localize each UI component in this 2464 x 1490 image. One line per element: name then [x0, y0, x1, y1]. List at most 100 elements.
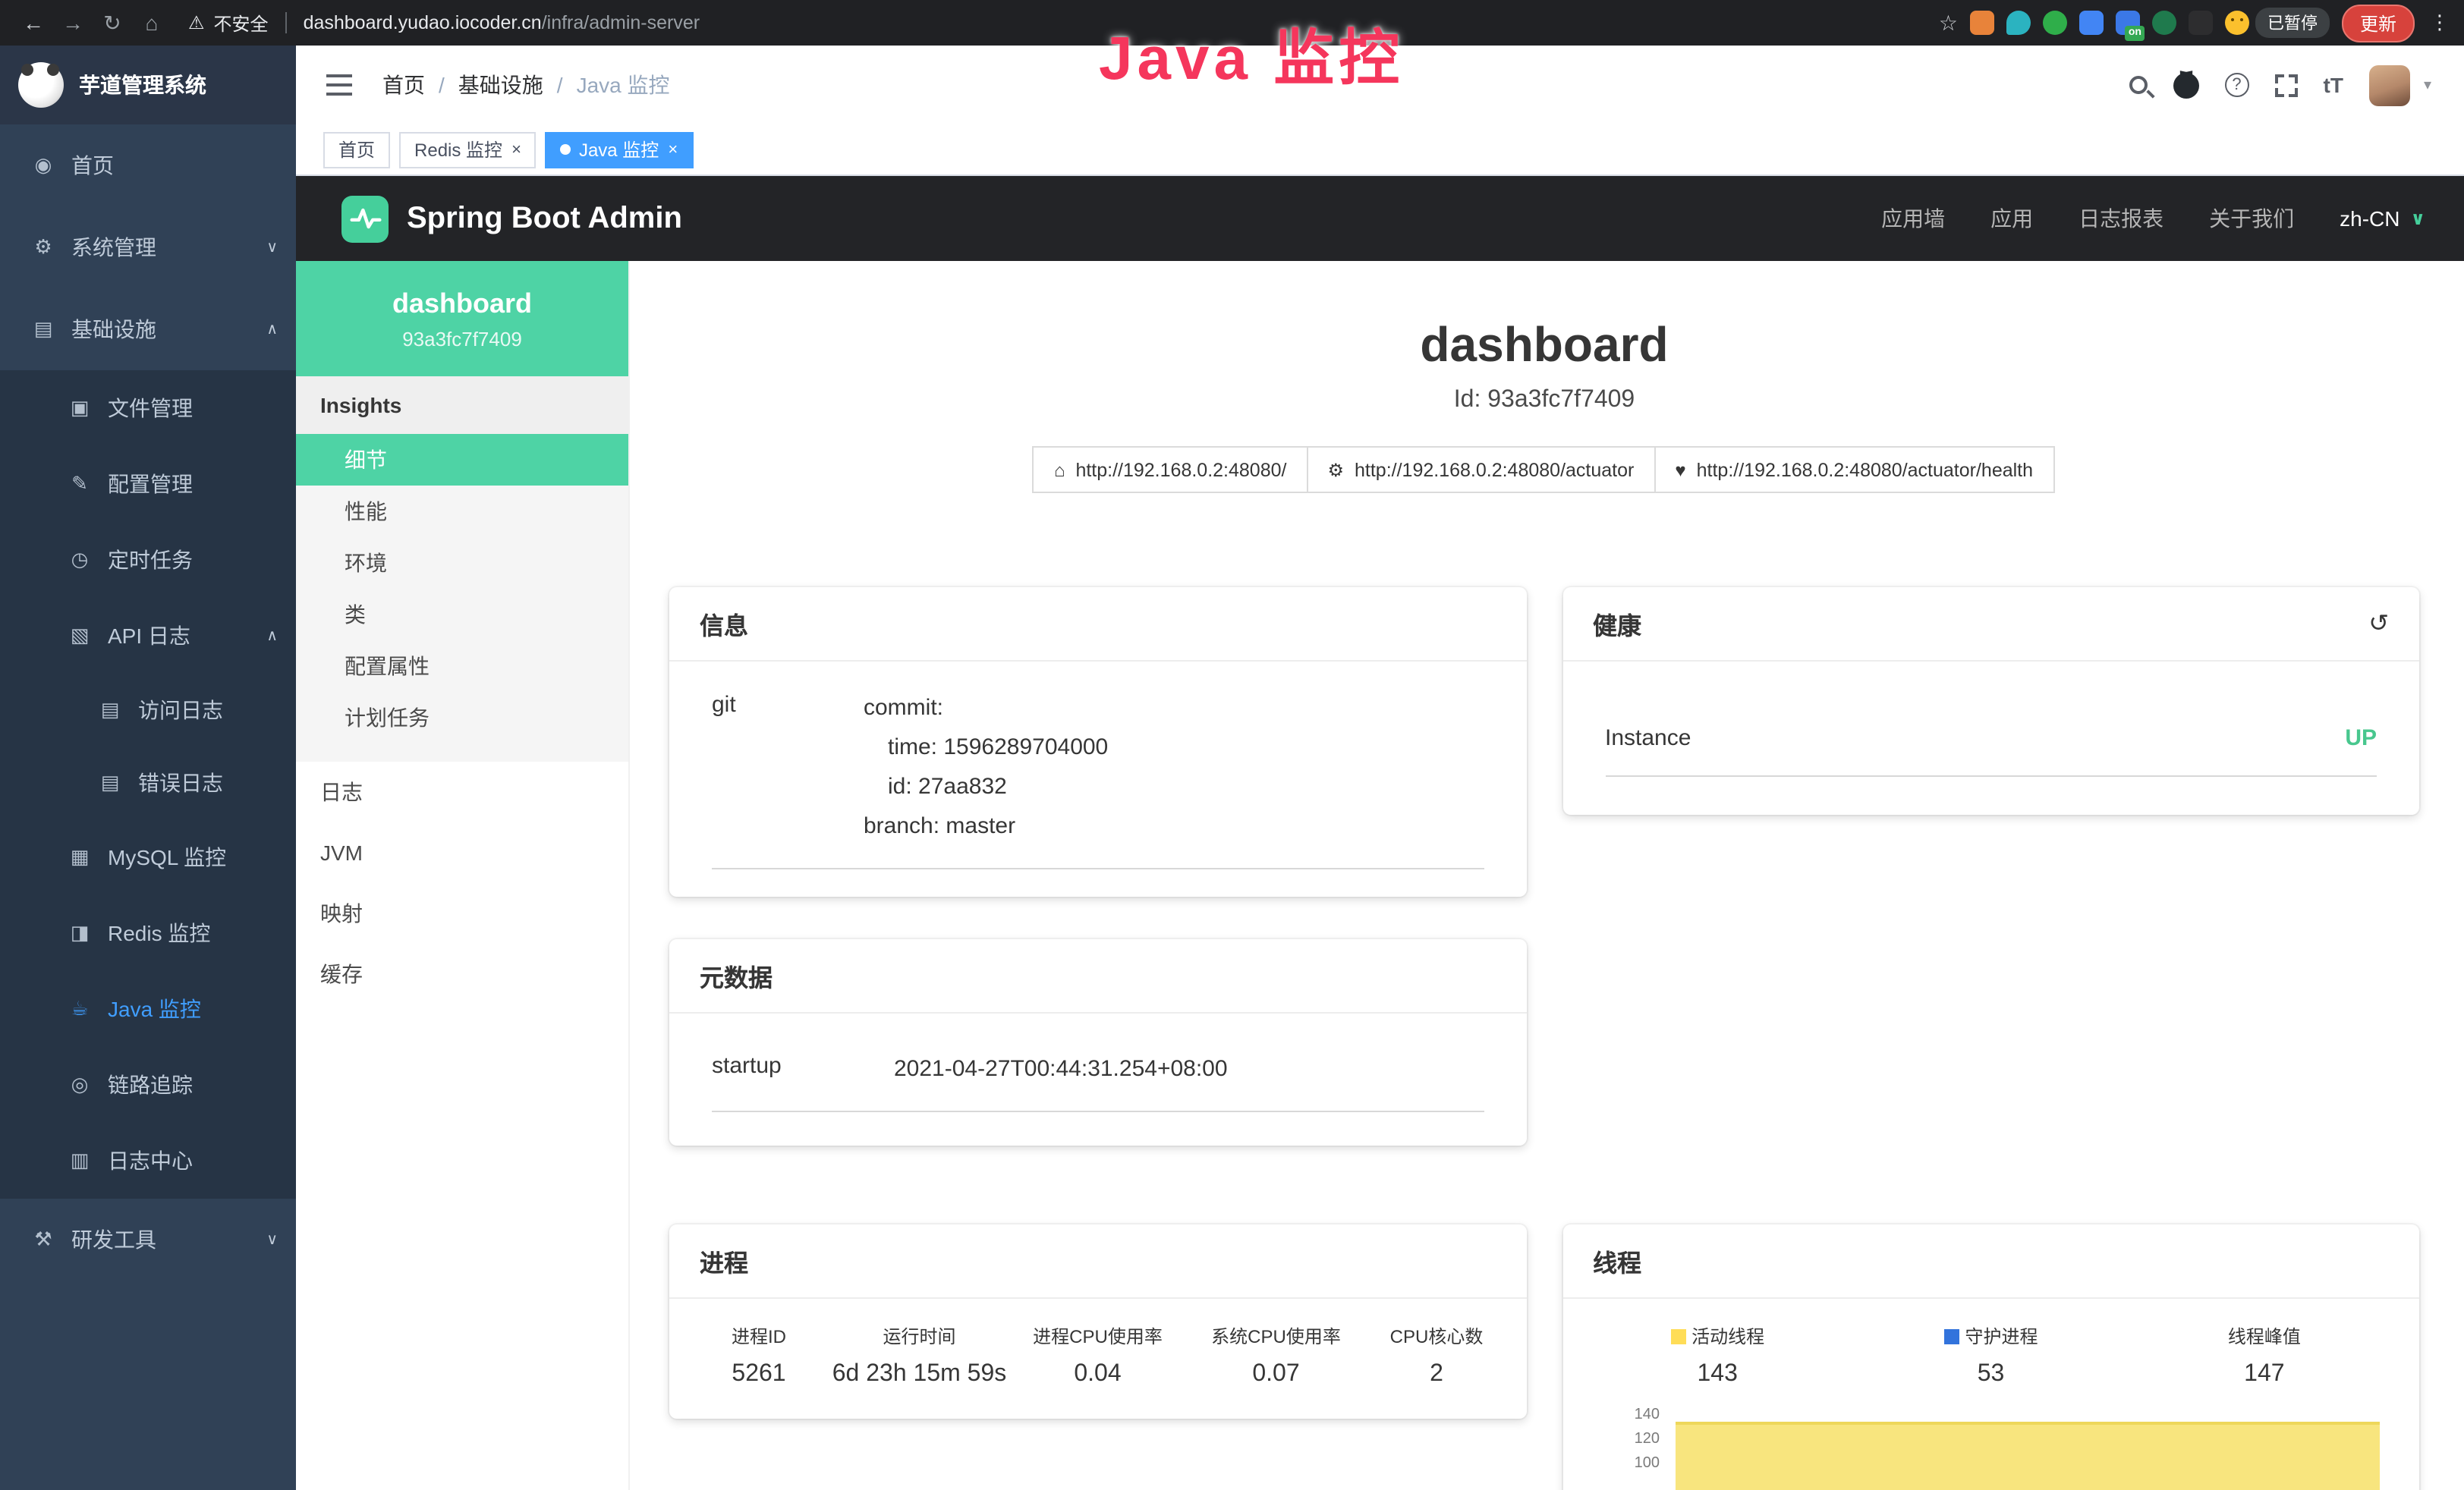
chevron-down-icon[interactable]: ▾	[2424, 77, 2431, 93]
metadata-value: 2021-04-27T00:44:31.254+08:00	[894, 1050, 1228, 1089]
sidebar-item-label: MySQL 监控	[108, 842, 226, 872]
sba-nav-wallboard[interactable]: 应用墙	[1881, 203, 1945, 234]
git-branch-line: branch: master	[864, 807, 1108, 847]
actuator-url-button[interactable]: ⚙ http://192.168.0.2:48080/actuator	[1306, 446, 1655, 493]
tab-home[interactable]: 首页	[323, 131, 390, 168]
back-icon[interactable]: ←	[15, 11, 52, 35]
sba-menu-caches[interactable]: 缓存	[296, 944, 628, 1004]
spring-boot-admin: Spring Boot Admin 应用墙 应用 日志报表 关于我们 zh-CN…	[296, 176, 2464, 1490]
wrench-icon: ⚙	[1327, 459, 1344, 480]
instance-url-group: ⌂ http://192.168.0.2:48080/ ⚙ http://192…	[669, 446, 2419, 493]
sidebar-item-dev-tools[interactable]: ⚒ 研发工具 ∨	[0, 1199, 296, 1281]
extension-icon-1[interactable]	[1970, 11, 1994, 35]
sidebar-item-mysql-monitor[interactable]: ▦ MySQL 监控	[0, 819, 296, 895]
extension-icon-3[interactable]	[2043, 11, 2067, 35]
smiley-extension-icon[interactable]	[2225, 11, 2249, 35]
security-label[interactable]: 不安全	[214, 10, 269, 36]
info-card-title: 信息	[700, 605, 748, 642]
sba-menu-mappings[interactable]: 映射	[296, 883, 628, 944]
search-icon[interactable]	[2129, 76, 2148, 94]
sba-nav-applications[interactable]: 应用	[1990, 203, 2033, 234]
github-icon[interactable]	[2173, 72, 2199, 98]
home-icon[interactable]: ⌂	[134, 11, 170, 35]
sba-menu-details[interactable]: 细节	[296, 434, 628, 486]
screen: ← → ↻ ⌂ ⚠ 不安全 dashboard.yudao.iocoder.cn…	[0, 0, 2464, 1490]
sba-menu-metrics[interactable]: 性能	[296, 486, 628, 537]
close-icon[interactable]: ×	[668, 140, 678, 159]
sidebar-item-config-management[interactable]: ✎ 配置管理	[0, 446, 296, 522]
sidebar-item-log-center[interactable]: ▥ 日志中心	[0, 1123, 296, 1199]
sidebar-item-label: API 日志	[108, 621, 190, 651]
sba-nav-about[interactable]: 关于我们	[2209, 203, 2294, 234]
breadcrumb-item[interactable]: 基础设施	[458, 70, 543, 100]
extension-icon-6[interactable]	[2152, 11, 2176, 35]
hamburger-icon[interactable]	[326, 83, 352, 86]
sidebar-item-tracing[interactable]: ◎ 链路追踪	[0, 1047, 296, 1123]
sidebar-item-scheduled-jobs[interactable]: ◷ 定时任务	[0, 522, 296, 598]
sidebar-item-api-logs[interactable]: ▧ API 日志 ∧	[0, 598, 296, 674]
file-icon: ▣	[67, 396, 93, 420]
breadcrumb-item[interactable]: 首页	[382, 70, 425, 100]
sba-brand-title[interactable]: Spring Boot Admin	[407, 201, 682, 236]
sba-menu-scheduled-tasks[interactable]: 计划任务	[296, 692, 628, 743]
address-bar[interactable]: dashboard.yudao.iocoder.cn/infra/admin-s…	[304, 12, 700, 33]
service-url-button[interactable]: ⌂ http://192.168.0.2:48080/	[1033, 446, 1308, 493]
locale-selector[interactable]: zh-CN ∨	[2340, 206, 2425, 231]
sidebar-item-label: 链路追踪	[108, 1070, 193, 1100]
sidebar-item-infrastructure[interactable]: ▤ 基础设施 ∧	[0, 288, 296, 370]
close-icon[interactable]: ×	[511, 140, 521, 159]
health-url-button[interactable]: ♥ http://192.168.0.2:48080/actuator/heal…	[1654, 446, 2054, 493]
sidebar-item-system[interactable]: ⚙ 系统管理 ∨	[0, 206, 296, 288]
paused-badge[interactable]: 已暂停	[2255, 8, 2330, 38]
col-value: 0.07	[1187, 1361, 1365, 1388]
sidebar-item-java-monitor[interactable]: ☕ Java 监控	[0, 971, 296, 1047]
bookmark-star-icon[interactable]: ☆	[1939, 10, 1958, 36]
sidebar-item-label: 配置管理	[108, 469, 193, 499]
sba-nav-journal[interactable]: 日志报表	[2079, 203, 2163, 234]
extension-icon-4[interactable]	[2079, 11, 2104, 35]
history-icon[interactable]: ↺	[2368, 608, 2389, 639]
locale-label: zh-CN	[2340, 206, 2399, 231]
metadata-card: 元数据 startup 2021-04-27T00:44:31.254+08:0…	[669, 939, 1526, 1146]
git-id-line: id: 27aa832	[864, 768, 1108, 807]
sidebar-item-home[interactable]: ◉ 首页	[0, 124, 296, 206]
y-tick: 120	[1608, 1428, 1660, 1452]
sidebar-item-error-logs[interactable]: ▤ 错误日志	[0, 747, 296, 819]
document-icon: ▤	[97, 698, 123, 722]
sba-instance-block[interactable]: dashboard 93a3fc7f7409	[296, 261, 628, 376]
sba-menu-logs[interactable]: 日志	[296, 762, 628, 822]
cards-right-column: 健康 ↺ Instance UP	[1562, 587, 2419, 1490]
app-main: 首页 / 基础设施 / Java 监控 ? tT ▾	[296, 46, 2464, 1490]
tab-redis-monitor[interactable]: Redis 监控 ×	[399, 131, 537, 168]
process-table: 进程ID 5261 运行时间 6d 23h 15m 59s	[669, 1299, 1526, 1419]
home-icon: ⌂	[1054, 459, 1065, 480]
security-warning-icon[interactable]: ⚠	[188, 12, 205, 33]
font-size-icon[interactable]: tT	[2324, 73, 2343, 97]
browser-menu-icon[interactable]: ⋮	[2430, 11, 2450, 35]
infrastructure-icon: ▤	[30, 317, 56, 341]
app-logo[interactable]: 芋道管理系统	[0, 46, 296, 124]
update-button[interactable]: 更新	[2342, 4, 2415, 42]
sidebar-item-access-logs[interactable]: ▤ 访问日志	[0, 674, 296, 747]
sidebar-item-redis-monitor[interactable]: ◨ Redis 监控	[0, 895, 296, 971]
extension-icon-5[interactable]: on	[2116, 11, 2140, 35]
sba-menu-jvm[interactable]: JVM	[296, 822, 628, 883]
sidebar-item-file-management[interactable]: ▣ 文件管理	[0, 370, 296, 446]
refresh-icon[interactable]: ↻	[94, 10, 131, 36]
tab-java-monitor[interactable]: Java 监控 ×	[546, 131, 693, 168]
extension-icon-7[interactable]	[2189, 11, 2213, 35]
fullscreen-icon[interactable]	[2275, 74, 2298, 96]
sba-content: dashboard Id: 93a3fc7f7409 ⌂ http://192.…	[630, 261, 2464, 1490]
sba-menu-config-props[interactable]: 配置属性	[296, 640, 628, 692]
forward-icon[interactable]: →	[55, 11, 91, 35]
sba-logo-icon[interactable]	[341, 195, 389, 242]
extension-icon-2[interactable]	[2006, 11, 2031, 35]
help-icon[interactable]: ?	[2225, 73, 2249, 97]
user-avatar[interactable]	[2369, 64, 2410, 105]
legend-value: 147	[2128, 1361, 2401, 1388]
health-card-title: 健康	[1593, 605, 1641, 642]
col-value: 5261	[688, 1361, 830, 1388]
log-icon: ▧	[67, 624, 93, 648]
sba-menu-environment[interactable]: 环境	[296, 537, 628, 589]
sba-menu-classes[interactable]: 类	[296, 589, 628, 640]
